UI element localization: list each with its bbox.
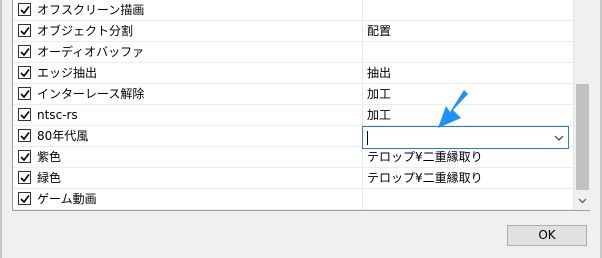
checkbox[interactable]	[18, 150, 31, 163]
row-name: ゲーム動画	[37, 192, 97, 206]
checkmark-icon	[20, 48, 30, 57]
checkbox[interactable]	[18, 66, 31, 79]
checkmark-icon	[20, 195, 30, 204]
list-row-7[interactable]: 紫色 テロップ¥二重縁取り	[13, 147, 573, 168]
list-row-5[interactable]: ntsc-rs 加工	[13, 105, 573, 126]
row-name: エッジ抽出	[37, 66, 98, 80]
checkmark-icon	[20, 132, 30, 141]
arrow-pointer-icon	[438, 90, 468, 128]
checkbox[interactable]	[18, 129, 31, 142]
checkmark-icon	[20, 6, 30, 15]
list-row-4[interactable]: インターレース解除 加工	[13, 84, 573, 105]
effect-grid: オフスクリーン描画 オブジェクト分割 配置 オーディオバッファ エッジ抽出 抽出	[13, 0, 573, 210]
checkbox[interactable]	[18, 87, 31, 100]
checkbox[interactable]	[18, 24, 31, 37]
scroll-thumb[interactable]	[576, 84, 589, 190]
checkbox[interactable]	[18, 108, 31, 121]
row-value[interactable]: 加工	[367, 86, 391, 102]
checkmark-icon	[20, 27, 30, 36]
row-value[interactable]: 抽出	[367, 65, 391, 81]
text-caret	[367, 131, 368, 145]
row-name: インターレース解除	[37, 87, 145, 101]
row-value[interactable]: テロップ¥二重縁取り	[367, 170, 483, 186]
row-name: オブジェクト分割	[37, 24, 134, 38]
checkbox[interactable]	[18, 45, 31, 58]
checkbox[interactable]	[18, 192, 31, 205]
row-name: ntsc-rs	[37, 108, 78, 122]
checkmark-icon	[20, 90, 30, 99]
row-value[interactable]: 配置	[367, 23, 391, 39]
checkmark-icon	[20, 153, 30, 162]
vertical-scrollbar[interactable]	[573, 0, 590, 210]
row-value[interactable]: 加工	[367, 107, 391, 123]
list-row-0[interactable]: オフスクリーン描画	[13, 0, 573, 21]
list-row-2[interactable]: オーディオバッファ	[13, 42, 573, 63]
chevron-down-icon[interactable]	[553, 132, 565, 144]
list-row-8[interactable]: 緑色 テロップ¥二重縁取り	[13, 168, 573, 189]
list-row-9[interactable]: ゲーム動画	[13, 189, 573, 210]
checkbox[interactable]	[18, 171, 31, 184]
checkmark-icon	[20, 111, 30, 120]
row-name: 紫色	[37, 150, 62, 164]
dialog-window: オフスクリーン描画 オブジェクト分割 配置 オーディオバッファ エッジ抽出 抽出	[0, 0, 602, 258]
list-row-3[interactable]: エッジ抽出 抽出	[13, 63, 573, 84]
row-name: 80年代風	[37, 129, 89, 143]
ok-button[interactable]: OK	[507, 225, 587, 246]
row-name: 緑色	[37, 171, 62, 185]
scroll-down-arrow-icon[interactable]	[577, 195, 588, 206]
row-name: オフスクリーン描画	[37, 3, 145, 17]
checkmark-icon	[20, 69, 30, 78]
effect-list[interactable]: オフスクリーン描画 オブジェクト分割 配置 オーディオバッファ エッジ抽出 抽出	[12, 0, 590, 211]
checkmark-icon	[20, 174, 30, 183]
list-row-1[interactable]: オブジェクト分割 配置	[13, 21, 573, 42]
checkbox[interactable]	[18, 3, 31, 16]
row-name: オーディオバッファ	[37, 45, 145, 59]
row-value[interactable]: テロップ¥二重縁取り	[367, 149, 483, 165]
